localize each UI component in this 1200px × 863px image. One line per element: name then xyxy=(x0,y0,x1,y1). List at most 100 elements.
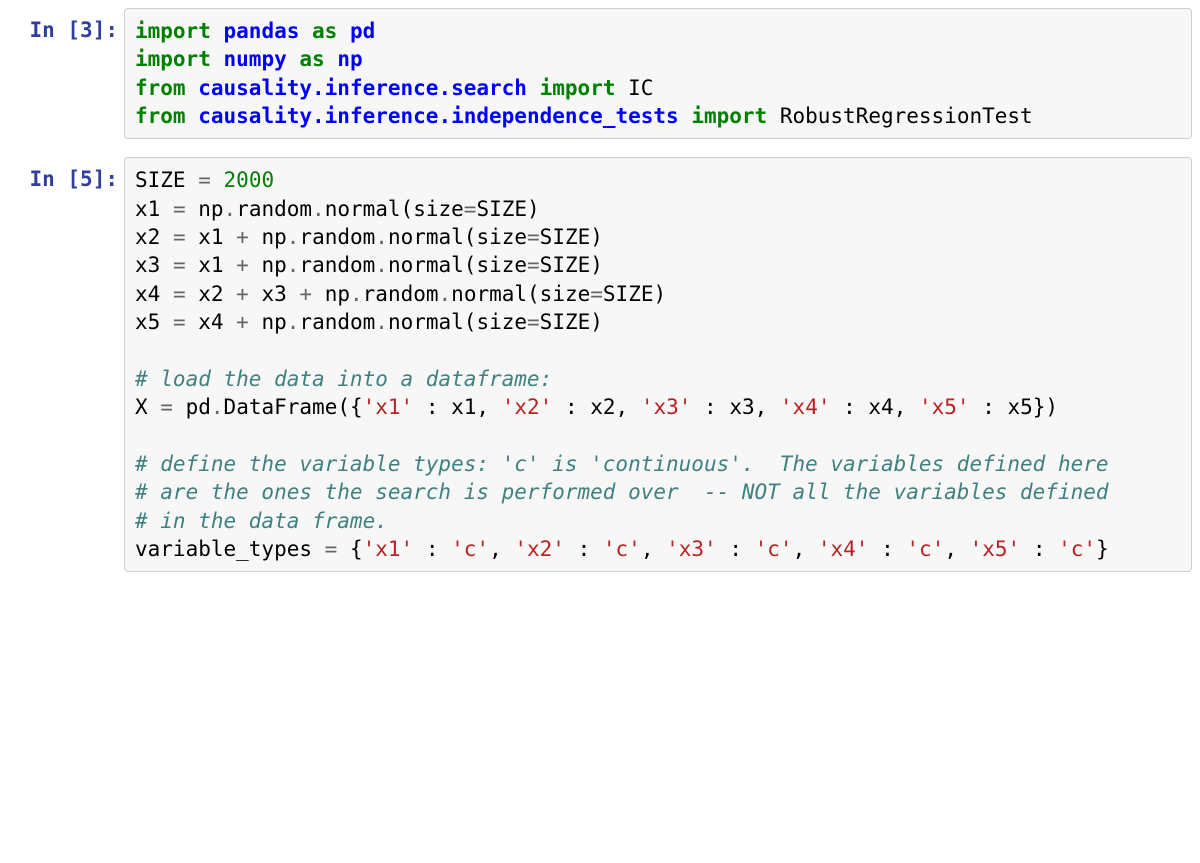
code-token: , xyxy=(489,537,514,561)
code-token: = xyxy=(527,253,540,277)
code-token: , xyxy=(944,537,969,561)
code-token: np xyxy=(312,282,350,306)
code-token: , xyxy=(641,537,666,561)
code-token: random xyxy=(299,225,375,249)
code-token: } xyxy=(1096,537,1109,561)
code-token: X xyxy=(135,395,160,419)
code-token: 'c' xyxy=(906,537,944,561)
code-token: = xyxy=(325,537,338,561)
code-token: import xyxy=(691,104,767,128)
code-token: : xyxy=(1020,537,1058,561)
code-token: 'x4' xyxy=(818,537,869,561)
code-token: . xyxy=(439,282,452,306)
input-prompt: In [3]: xyxy=(8,8,124,44)
code-token: + xyxy=(236,282,249,306)
code-input[interactable]: import pandas as pd import numpy as np f… xyxy=(124,8,1192,139)
code-token: np xyxy=(249,225,287,249)
code-token: RobustRegressionTest xyxy=(767,104,1033,128)
code-cell: In [3]:import pandas as pd import numpy … xyxy=(8,8,1192,139)
code-token: import xyxy=(135,19,211,43)
code-token xyxy=(211,168,224,192)
code-token: { xyxy=(337,537,362,561)
code-token: pd xyxy=(350,19,375,43)
code-token: x1 xyxy=(135,197,173,221)
code-token: . xyxy=(287,253,300,277)
code-input[interactable]: SIZE = 2000 x1 = np.random.normal(size=S… xyxy=(124,157,1192,572)
code-token: . xyxy=(350,282,363,306)
code-token xyxy=(287,47,300,71)
code-token: : x5}) xyxy=(970,395,1059,419)
code-token xyxy=(211,19,224,43)
code-token: np xyxy=(249,310,287,334)
code-token: normal(size xyxy=(388,253,527,277)
code-token: normal(size xyxy=(388,310,527,334)
code-token: 'c' xyxy=(755,537,793,561)
code-token: : x1, xyxy=(413,395,502,419)
code-token: import xyxy=(135,47,211,71)
code-token: . xyxy=(224,197,237,221)
code-token: = xyxy=(173,282,186,306)
code-token xyxy=(337,19,350,43)
code-token: import xyxy=(540,76,616,100)
code-token: np xyxy=(249,253,287,277)
code-token: 'c' xyxy=(451,537,489,561)
code-token: random xyxy=(236,197,312,221)
code-token xyxy=(325,47,338,71)
code-token: = xyxy=(527,225,540,249)
code-token: 'x5' xyxy=(919,395,970,419)
code-token: random xyxy=(299,253,375,277)
code-token: # in the data frame. xyxy=(135,509,388,533)
code-token xyxy=(679,104,692,128)
code-token: 'c' xyxy=(1058,537,1096,561)
code-token: 'x1' xyxy=(363,537,414,561)
code-token xyxy=(527,76,540,100)
code-token: x4 xyxy=(186,310,237,334)
code-token: 'x4' xyxy=(780,395,831,419)
code-token: x3 xyxy=(249,282,300,306)
code-token: normal(size xyxy=(388,225,527,249)
code-token: SIZE) xyxy=(603,282,666,306)
code-token: = xyxy=(527,310,540,334)
code-token: , xyxy=(793,537,818,561)
code-token: = xyxy=(173,253,186,277)
code-token: causality.inference.search xyxy=(198,76,527,100)
code-token: SIZE) xyxy=(476,197,539,221)
code-token: : xyxy=(717,537,755,561)
code-cell: In [5]:SIZE = 2000 x1 = np.random.normal… xyxy=(8,157,1192,572)
code-token: # load the data into a dataframe: xyxy=(135,367,552,391)
code-token: IC xyxy=(615,76,653,100)
code-token: . xyxy=(375,225,388,249)
code-token: = xyxy=(160,395,173,419)
code-token xyxy=(186,104,199,128)
code-token: = xyxy=(464,197,477,221)
code-token: : x4, xyxy=(830,395,919,419)
code-token: : x3, xyxy=(691,395,780,419)
code-token: np xyxy=(337,47,362,71)
code-token: causality.inference.independence_tests xyxy=(198,104,678,128)
code-token: numpy xyxy=(224,47,287,71)
code-token: : xyxy=(565,537,603,561)
input-prompt: In [5]: xyxy=(8,157,124,193)
code-token: from xyxy=(135,104,186,128)
code-token: . xyxy=(287,310,300,334)
code-token: x1 xyxy=(186,253,237,277)
code-token: = xyxy=(198,168,211,192)
code-token: = xyxy=(590,282,603,306)
code-token: pd xyxy=(173,395,211,419)
code-token: : xyxy=(868,537,906,561)
code-token: x5 xyxy=(135,310,173,334)
code-token: x2 xyxy=(135,225,173,249)
code-token: 'x1' xyxy=(363,395,414,419)
code-token: np xyxy=(186,197,224,221)
code-token: DataFrame({ xyxy=(224,395,363,419)
code-token: = xyxy=(173,225,186,249)
code-token: + xyxy=(236,310,249,334)
code-token: + xyxy=(236,225,249,249)
code-token: 2000 xyxy=(224,168,275,192)
code-token: from xyxy=(135,76,186,100)
code-token: 'x3' xyxy=(641,395,692,419)
code-token: . xyxy=(375,253,388,277)
code-token: 'x2' xyxy=(502,395,553,419)
code-token: . xyxy=(375,310,388,334)
code-token xyxy=(186,76,199,100)
